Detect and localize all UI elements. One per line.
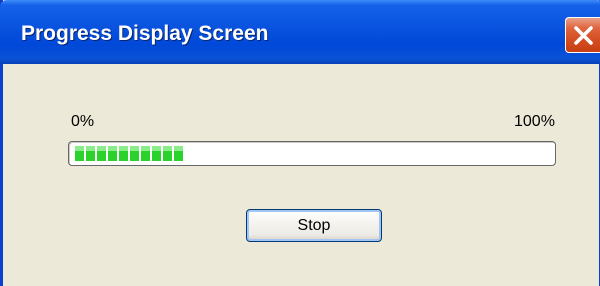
progress-max-label: 100% (514, 113, 555, 130)
title-bar[interactable]: Progress Display Screen (0, 0, 600, 64)
close-icon (574, 26, 593, 45)
progress-min-label: 0% (71, 113, 95, 130)
stop-button[interactable]: Stop (246, 209, 382, 242)
progress-window: Progress Display Screen 0% 100% Stop (0, 0, 600, 286)
progress-bar-fill (74, 146, 183, 161)
progress-bar (68, 141, 556, 166)
close-button[interactable] (565, 17, 600, 53)
window-title: Progress Display Screen (21, 22, 269, 45)
